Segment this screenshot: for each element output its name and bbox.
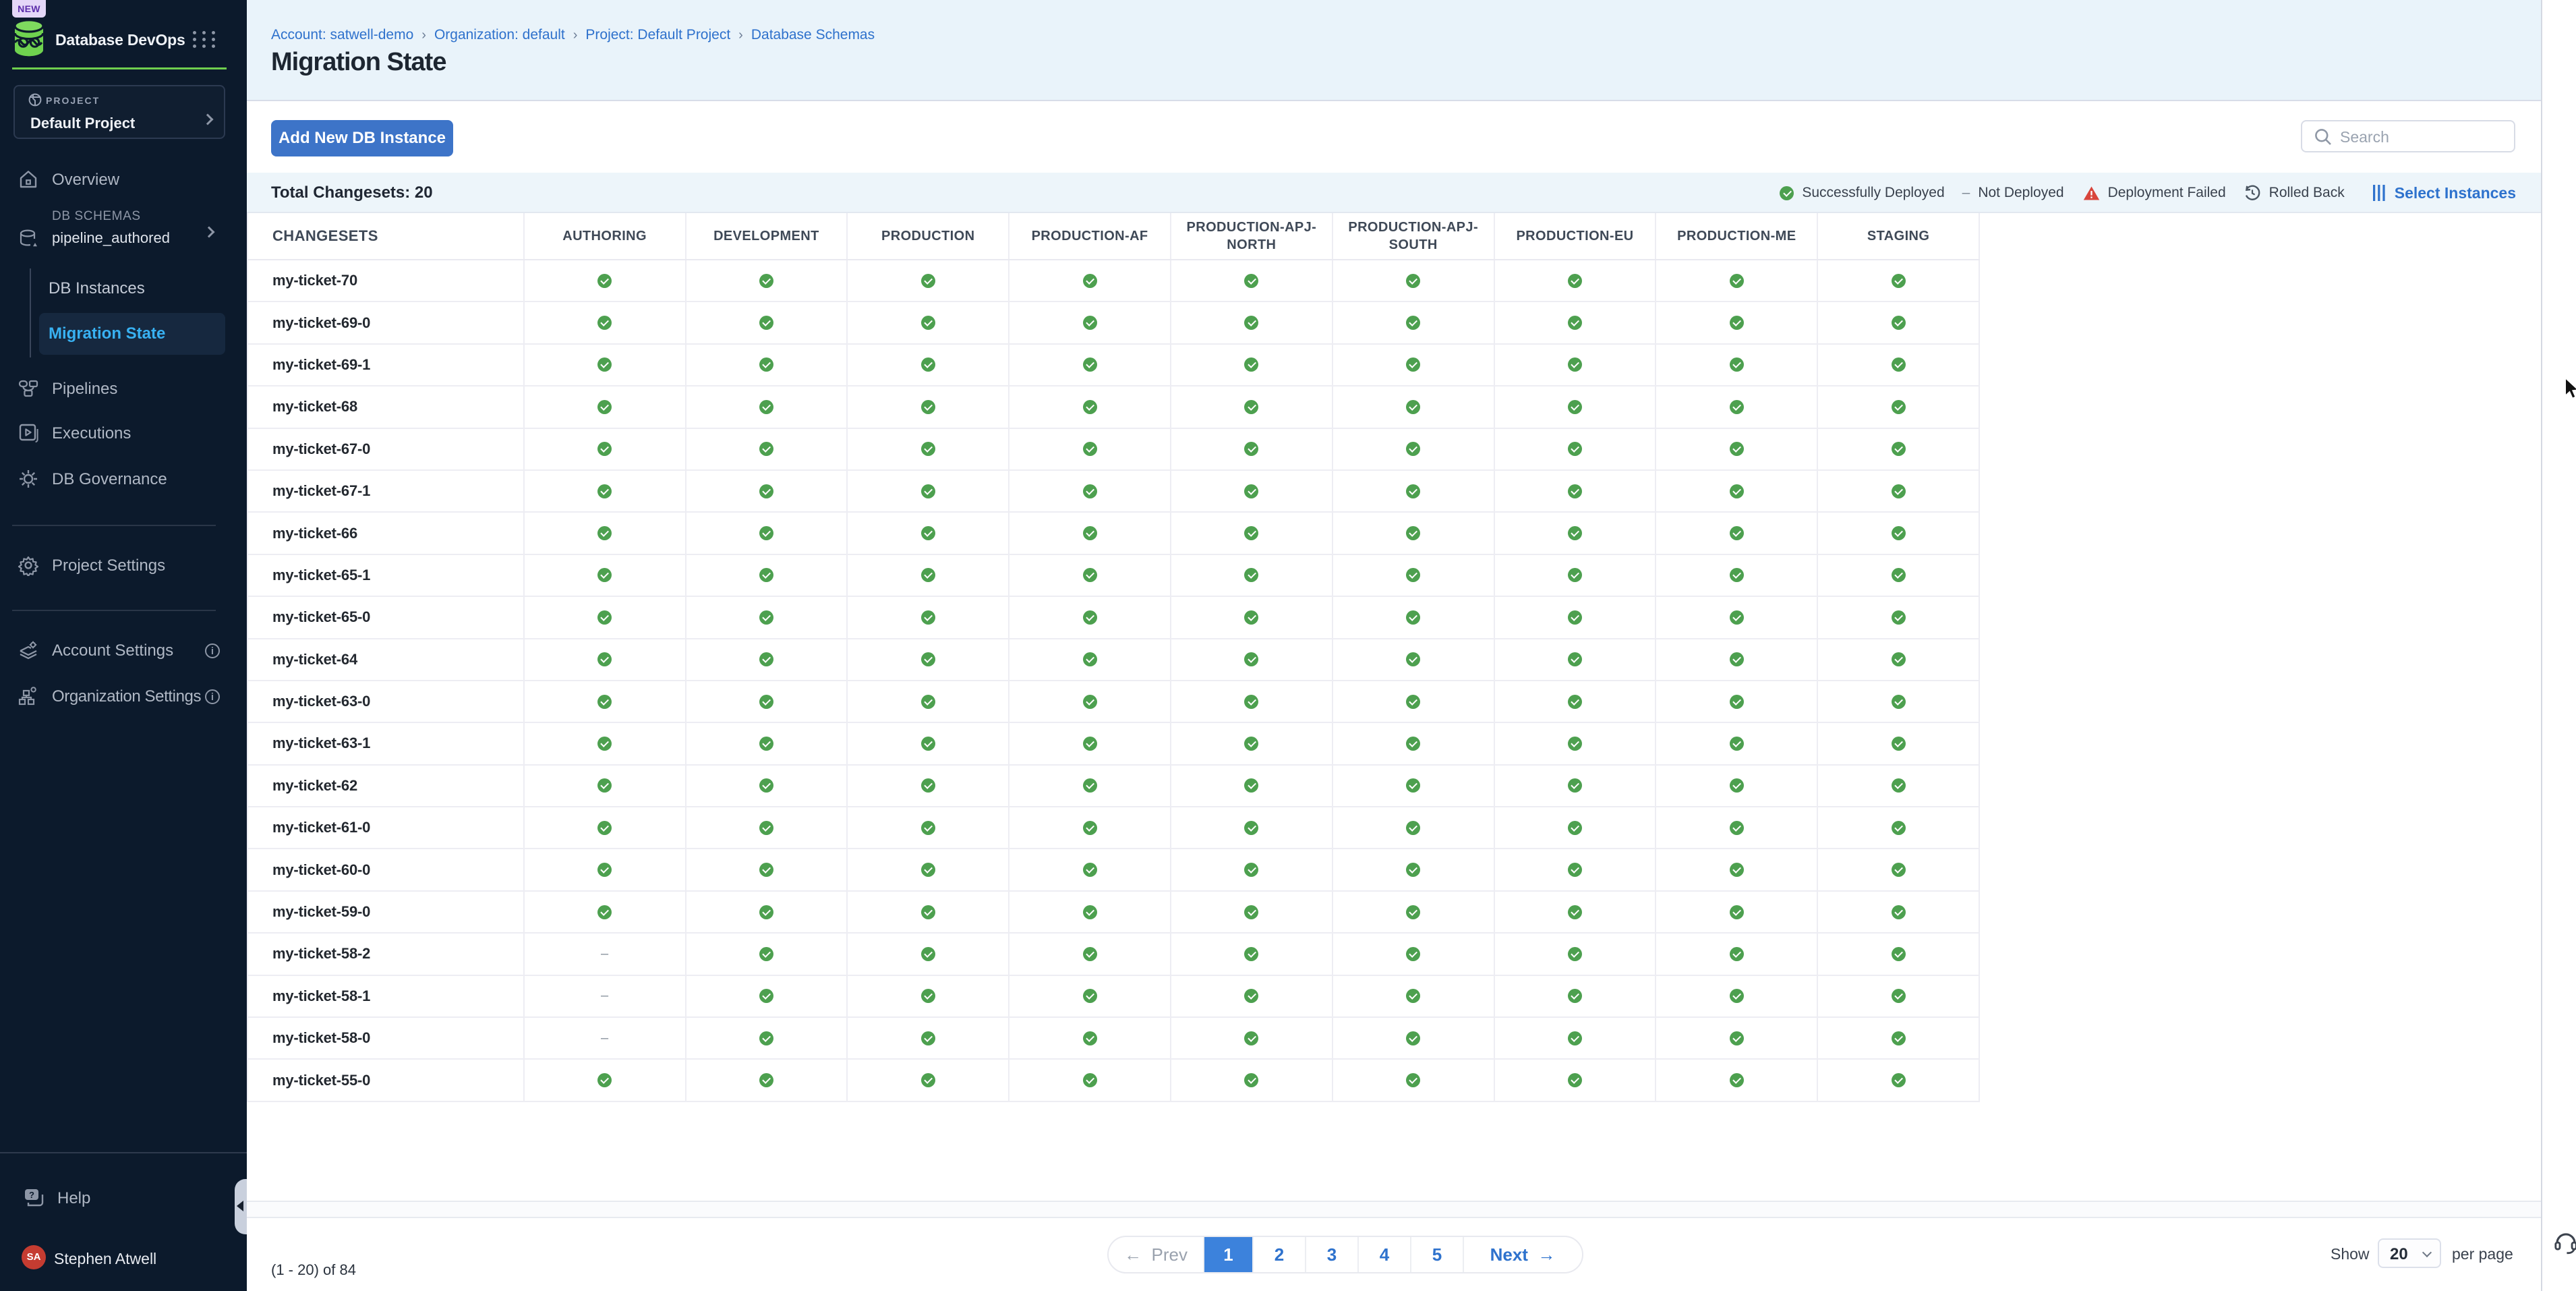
- svg-text:?: ?: [29, 1190, 34, 1200]
